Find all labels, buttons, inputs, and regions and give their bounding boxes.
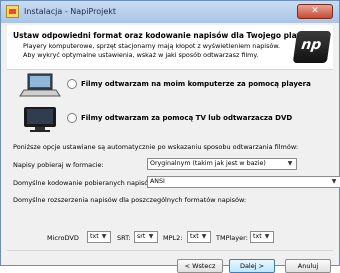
header-panel: Ustaw odpowiedni format oraz kodowanie n… bbox=[7, 25, 333, 70]
chevron-down-icon: ▼ bbox=[331, 178, 337, 185]
radio-tv[interactable] bbox=[67, 113, 77, 123]
microdvd-value: txt bbox=[90, 233, 99, 240]
chevron-down-icon: ▼ bbox=[264, 233, 270, 240]
encoding-label: Domyślne kodowanie pobieranych napisów: bbox=[13, 179, 156, 187]
laptop-icon bbox=[19, 73, 61, 97]
chevron-down-icon: ▼ bbox=[287, 160, 293, 167]
tmplayer-select[interactable]: txt ▼ bbox=[250, 231, 274, 243]
format-label: Napisy pobieraj w formacie: bbox=[13, 161, 104, 169]
option-computer-label: Filmy odtwarzam na moim komputerze za po… bbox=[81, 80, 311, 88]
header-title: Ustaw odpowiedni format oraz kodowanie n… bbox=[13, 31, 319, 40]
chevron-down-icon: ▼ bbox=[201, 233, 207, 240]
napiprojekt-logo: np bbox=[292, 31, 332, 63]
chevron-down-icon: ▼ bbox=[148, 233, 154, 240]
info-text: Poniższe opcje ustawiane są automatyczni… bbox=[13, 143, 299, 151]
extensions-label: Domyślne rozszerzenia napisów dla poszcz… bbox=[13, 196, 247, 204]
mpl2-select[interactable]: txt ▼ bbox=[187, 231, 211, 243]
extensions-row: Domyślne rozszerzenia napisów dla poszcz… bbox=[13, 193, 333, 207]
encoding-select[interactable]: ANSI ▼ bbox=[147, 176, 340, 188]
app-icon bbox=[6, 5, 19, 18]
header-description: Playery komputerowe, sprzęt stacjonarny … bbox=[23, 42, 280, 59]
format-select-value: Oryginalnym (takim jak jest w bazie) bbox=[150, 160, 266, 167]
content-area: Ustaw odpowiedni format oraz kodowanie n… bbox=[7, 25, 340, 273]
tmplayer-label: TMPlayer: bbox=[216, 234, 248, 242]
mpl2-value: txt bbox=[190, 233, 199, 240]
cancel-button[interactable]: Anuluj bbox=[285, 259, 331, 273]
option-computer[interactable]: Filmy odtwarzam na moim komputerze za po… bbox=[19, 72, 329, 98]
format-extensions-row: MicroDVD txt ▼ SRT: srt ▼ MPL2: txt ▼ TM… bbox=[13, 231, 333, 245]
tmplayer-value: txt bbox=[253, 233, 262, 240]
encoding-row: Domyślne kodowanie pobieranych napisów: … bbox=[13, 176, 340, 190]
encoding-select-value: ANSI bbox=[150, 178, 165, 185]
format-row: Napisy pobieraj w formacie: Oryginalnym … bbox=[13, 158, 333, 172]
srt-select[interactable]: srt ▼ bbox=[134, 231, 158, 243]
footer-divider bbox=[7, 250, 333, 251]
window-title: Instalacja - NapiProjekt bbox=[24, 7, 117, 16]
tv-icon bbox=[24, 107, 56, 132]
next-button[interactable]: Dalej > bbox=[229, 259, 275, 273]
close-button[interactable]: ✕ bbox=[297, 4, 333, 19]
logo-text: np bbox=[300, 37, 323, 53]
chevron-down-icon: ▼ bbox=[101, 233, 107, 240]
back-button[interactable]: < Wstecz bbox=[177, 259, 223, 273]
srt-label: SRT: bbox=[117, 234, 131, 242]
microdvd-label: MicroDVD bbox=[47, 234, 79, 242]
format-select[interactable]: Oryginalnym (takim jak jest w bazie) ▼ bbox=[147, 158, 297, 170]
radio-computer[interactable] bbox=[67, 79, 77, 89]
installer-window: Instalacja - NapiProjekt ✕ Ustaw odpowie… bbox=[0, 0, 340, 273]
srt-value: srt bbox=[137, 233, 146, 240]
microdvd-select[interactable]: txt ▼ bbox=[87, 231, 111, 243]
option-tv-label: Filmy odtwarzam za pomocą TV lub odtwarz… bbox=[81, 114, 293, 122]
mpl2-label: MPL2: bbox=[163, 234, 183, 242]
title-bar[interactable]: Instalacja - NapiProjekt ✕ bbox=[1, 1, 339, 23]
option-tv[interactable]: Filmy odtwarzam za pomocą TV lub odtwarz… bbox=[19, 106, 329, 132]
